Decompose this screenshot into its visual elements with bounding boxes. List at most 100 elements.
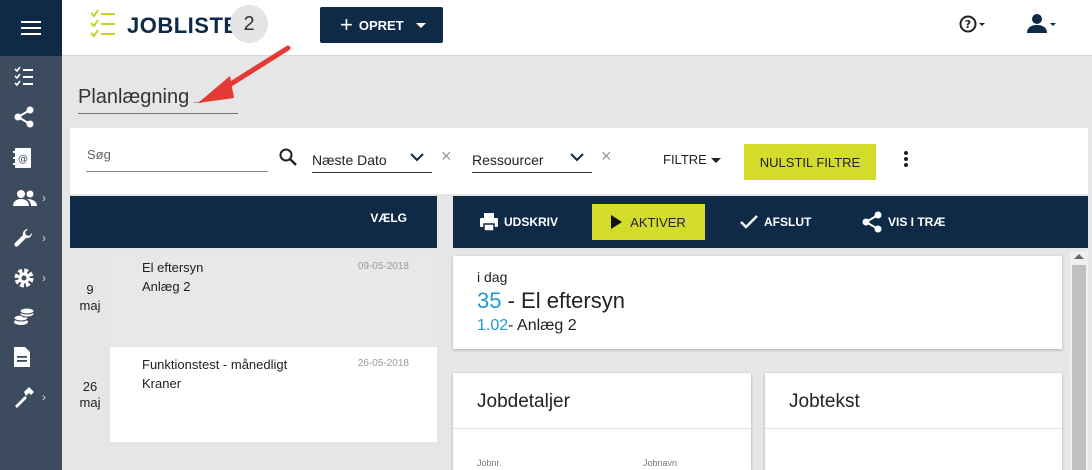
- finish-button-label: AFSLUT: [764, 215, 812, 229]
- list-item-month: maj: [79, 394, 101, 410]
- view-select-label: Planlægning: [78, 86, 190, 108]
- show-in-tree-button[interactable]: VIS I TRÆ: [861, 209, 945, 235]
- printer-icon: [480, 213, 498, 232]
- user-icon[interactable]: [1027, 13, 1057, 35]
- activate-button-label: AKTIVER: [630, 214, 686, 230]
- hammer-icon: [15, 387, 34, 408]
- chevron-down-icon: [410, 153, 424, 162]
- list-item-body: Funktionstest - månedligt Kraner 26-05-2…: [110, 347, 437, 442]
- print-button[interactable]: UDSKRIV: [479, 209, 558, 235]
- job-number-link[interactable]: 35: [477, 288, 501, 313]
- filters-button[interactable]: FILTRE: [663, 152, 721, 167]
- chevron-right-icon: ›: [42, 271, 46, 285]
- show-in-tree-label: VIS I TRÆ: [888, 215, 946, 229]
- job-text-card: Jobtekst: [765, 373, 1062, 470]
- action-toolbar: UDSKRIV AKTIVER AFSLUT VIS I TRÆ: [453, 196, 1088, 248]
- reset-filters-button[interactable]: NULSTIL FILTRE: [744, 144, 876, 180]
- scrollbar[interactable]: [1070, 251, 1088, 470]
- search-input[interactable]: Søg: [86, 144, 268, 172]
- job-text-title: Jobtekst: [789, 391, 860, 412]
- sidebar-item-joblist[interactable]: [0, 61, 62, 91]
- check-icon: [740, 215, 758, 229]
- wrench-icon: [14, 228, 33, 247]
- list-item-due-date: 26-05-2018: [357, 358, 409, 369]
- share-icon: [14, 106, 34, 128]
- plus-icon: +: [340, 12, 353, 37]
- sidebar-item-tools[interactable]: ›: [0, 223, 62, 253]
- job-details-card: Jobdetaljer Jobnr. Jobnavn: [453, 373, 751, 470]
- help-icon[interactable]: ?: [959, 14, 987, 34]
- next-date-label: Næste Dato: [312, 152, 387, 168]
- coins-icon: [13, 308, 35, 325]
- job-text-header: Jobtekst: [765, 373, 1062, 429]
- create-button[interactable]: + OPRET: [320, 7, 443, 43]
- list-item[interactable]: 9 maj El eftersyn Anlæg 2 09-05-2018: [70, 250, 437, 345]
- sidebar-item-share[interactable]: [0, 102, 62, 132]
- list-item-date: 9 maj: [70, 250, 110, 345]
- list-header: VÆLG: [70, 196, 437, 248]
- resources-select[interactable]: Ressourcer: [472, 149, 592, 173]
- hamburger-icon: [21, 21, 41, 35]
- list-item[interactable]: 26 maj Funktionstest - månedligt Kraner …: [70, 347, 437, 442]
- sidebar-item-build[interactable]: ›: [0, 382, 62, 412]
- job-number-field-label: Jobnr.: [477, 458, 502, 468]
- create-button-label: OPRET: [358, 17, 404, 33]
- list-item-due-date: 09-05-2018: [357, 261, 409, 272]
- sidebar-item-settings[interactable]: ›: [0, 263, 62, 293]
- plant-name: - Anlæg 2: [508, 317, 577, 334]
- sidebar-item-finance[interactable]: [0, 303, 62, 333]
- list-item-title: Funktionstest - månedligt: [142, 357, 288, 372]
- plant-number-link[interactable]: 1.02: [477, 317, 508, 334]
- svg-text:?: ?: [965, 18, 971, 31]
- scrollbar-thumb[interactable]: [1072, 265, 1086, 470]
- today-card: i dag 35 - El eftersyn 1.02- Anlæg 2: [453, 256, 1062, 349]
- sidebar-item-contacts[interactable]: @: [0, 143, 62, 173]
- menu-button[interactable]: [0, 0, 62, 56]
- caret-down-icon: [710, 158, 721, 164]
- filters-button-label: FILTRE: [663, 152, 707, 167]
- plant-title: 1.02- Anlæg 2: [477, 317, 577, 335]
- resources-label: Ressourcer: [472, 152, 544, 168]
- job-name-field-label: Jobnavn: [643, 458, 678, 468]
- job-count-badge: 2: [230, 5, 268, 43]
- checklist-icon: [14, 66, 33, 86]
- filter-bar: Søg Næste Dato × Ressourcer × FILTRE NUL…: [70, 128, 1088, 194]
- list-item-day: 26: [82, 378, 98, 394]
- share-icon: [862, 211, 882, 233]
- list-item-subtitle: Kraner: [142, 376, 182, 391]
- gear-icon: [14, 268, 34, 288]
- job-details-title: Jobdetaljer: [477, 391, 570, 412]
- document-icon: [14, 347, 30, 367]
- joblist-logo-icon: [90, 9, 115, 38]
- play-icon: [611, 215, 623, 229]
- list-item-month: maj: [79, 297, 101, 313]
- chevron-down-icon: [570, 153, 584, 162]
- more-vertical-icon[interactable]: [903, 150, 909, 168]
- print-button-label: UDSKRIV: [504, 215, 559, 229]
- today-label: i dag: [477, 269, 508, 285]
- job-details-header: Jobdetaljer: [453, 373, 751, 429]
- next-date-select[interactable]: Næste Dato: [312, 149, 432, 173]
- users-icon: [13, 190, 37, 206]
- job-name: - El eftersyn: [507, 288, 625, 313]
- list-item-title: El eftersyn: [142, 260, 204, 275]
- sidebar-item-users[interactable]: ›: [0, 183, 62, 213]
- address-book-icon: @: [13, 148, 31, 168]
- scroll-up-icon[interactable]: [1074, 254, 1084, 259]
- list-item-date: 26 maj: [70, 347, 110, 442]
- caret-down-icon: [415, 22, 426, 28]
- activate-button[interactable]: AKTIVER: [592, 204, 705, 240]
- list-item-day: 9: [86, 281, 94, 297]
- clear-next-date-icon[interactable]: ×: [441, 146, 452, 167]
- list-item-body: El eftersyn Anlæg 2 09-05-2018: [110, 250, 437, 345]
- app-title: JOBLISTE: [127, 13, 239, 38]
- finish-button[interactable]: AFSLUT: [739, 209, 811, 235]
- job-title: 35 - El eftersyn: [477, 288, 625, 314]
- sidebar-item-documents[interactable]: [0, 342, 62, 372]
- list-item-subtitle: Anlæg 2: [142, 279, 191, 294]
- clear-resources-icon[interactable]: ×: [601, 146, 612, 167]
- search-icon[interactable]: [279, 148, 297, 166]
- select-button[interactable]: VÆLG: [370, 211, 407, 225]
- chevron-right-icon: ›: [42, 231, 46, 245]
- chevron-right-icon: ›: [42, 390, 46, 404]
